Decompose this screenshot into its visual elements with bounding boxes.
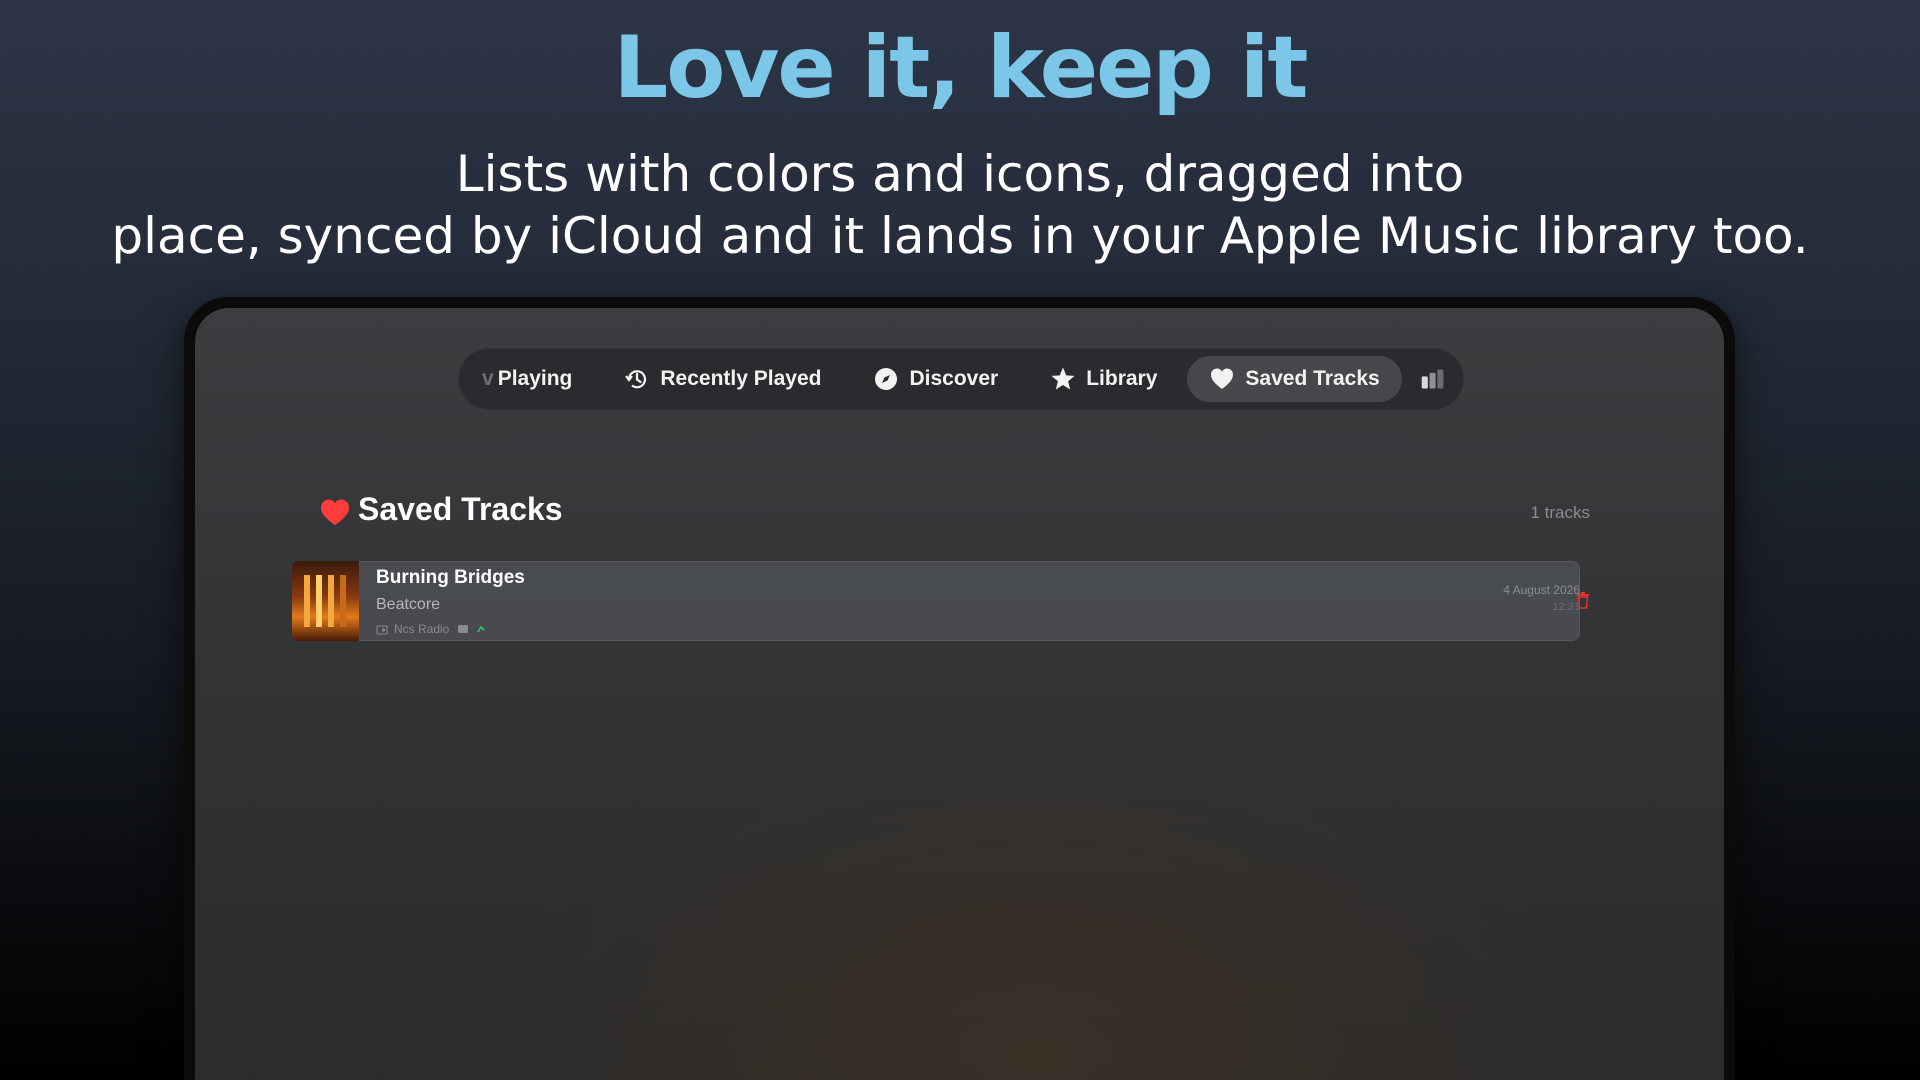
marketing-subline-line-1: Lists with colors and icons, dragged int… xyxy=(455,145,1465,203)
tab-recently-played[interactable]: Recently Played xyxy=(602,356,843,402)
marketing-subline-line-2: place, synced by iCloud and it lands in … xyxy=(111,207,1809,265)
tab-bar: v Playing Recently Played Discover Libra… xyxy=(458,348,1464,410)
clock-history-icon xyxy=(624,366,650,392)
tab-label: Recently Played xyxy=(660,367,822,390)
saved-tracks-header: Saved Tracks 1 tracks xyxy=(320,491,1590,535)
tab-stats[interactable] xyxy=(1410,356,1464,402)
now-playing-icon: v xyxy=(482,367,494,390)
app-screen: v Playing Recently Played Discover Libra… xyxy=(195,308,1724,1080)
device-frame: v Playing Recently Played Discover Libra… xyxy=(184,297,1735,1080)
delete-icon[interactable] xyxy=(1576,591,1590,609)
track-artist: Beatcore xyxy=(376,596,441,613)
track-title: Burning Bridges xyxy=(376,567,525,588)
album-artwork xyxy=(292,561,359,641)
radio-icon xyxy=(376,623,388,635)
tab-label: Saved Tracks xyxy=(1245,367,1380,390)
tab-discover[interactable]: Discover xyxy=(851,356,1020,402)
track-row[interactable]: Burning Bridges Beatcore Ncs Radio 4 Aug… xyxy=(292,561,1589,641)
tab-saved-tracks[interactable]: Saved Tracks xyxy=(1187,356,1402,402)
track-count: 1 tracks xyxy=(1530,503,1590,522)
explicit-icon xyxy=(457,623,469,635)
compass-icon xyxy=(873,366,899,392)
marketing-headline: Love it, keep it xyxy=(613,18,1308,118)
star-icon xyxy=(1050,366,1076,392)
tab-library[interactable]: Library xyxy=(1028,356,1179,402)
tab-label: Library xyxy=(1086,367,1158,390)
saved-date: 4 August 2026 xyxy=(1503,583,1580,597)
tab-label: Playing xyxy=(497,367,573,390)
section-title: Saved Tracks xyxy=(358,491,563,527)
heart-icon xyxy=(1209,366,1235,392)
tab-label: Discover xyxy=(909,367,999,390)
marketing-subline: Lists with colors and icons, dragged int… xyxy=(0,143,1920,267)
station-name: Ncs Radio xyxy=(394,622,450,636)
track-meta: Ncs Radio xyxy=(376,621,493,637)
shazam-icon xyxy=(475,623,487,635)
heart-icon xyxy=(320,498,350,526)
stats-bars-icon xyxy=(1420,366,1446,392)
tab-now-playing[interactable]: v Playing xyxy=(482,356,594,402)
